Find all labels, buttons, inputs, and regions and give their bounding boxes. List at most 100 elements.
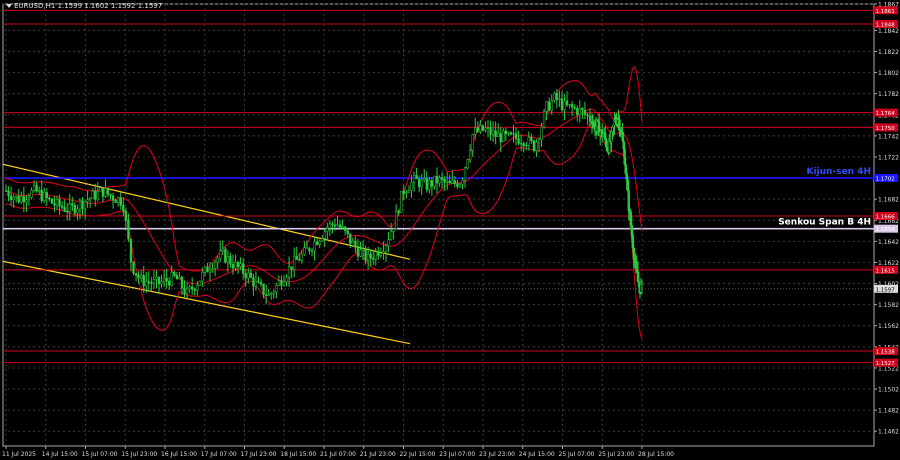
candle-body bbox=[63, 207, 66, 212]
candle-body bbox=[91, 191, 94, 199]
candle-body bbox=[499, 133, 502, 142]
y-tick-label: 1.1842 bbox=[878, 28, 899, 35]
candle-body bbox=[374, 251, 377, 260]
y-tick-label: 1.1742 bbox=[878, 133, 899, 140]
candle-body bbox=[73, 205, 77, 214]
x-tick-label: 22 Jul 15:00 bbox=[400, 451, 436, 458]
y-tick-label: 1.1782 bbox=[878, 91, 899, 98]
x-tick-label: 21 Jul 07:00 bbox=[320, 451, 356, 458]
candle-body bbox=[17, 195, 20, 203]
candle-body bbox=[458, 183, 462, 187]
candle-body bbox=[512, 133, 515, 135]
candle-body bbox=[440, 177, 444, 180]
candle-body bbox=[4, 190, 8, 192]
x-tick-label: 14 Jul 15:00 bbox=[42, 451, 78, 458]
candle-body bbox=[160, 281, 163, 285]
candle-body bbox=[193, 288, 196, 291]
candle-body bbox=[479, 125, 482, 132]
candle-body bbox=[349, 233, 352, 244]
candle-body bbox=[231, 264, 235, 269]
candle-body bbox=[537, 139, 541, 143]
candle-body bbox=[305, 247, 309, 249]
candle-body bbox=[270, 293, 273, 295]
candle-body bbox=[471, 134, 474, 151]
candle-body bbox=[234, 261, 237, 269]
x-tick-label: 17 Jul 07:00 bbox=[201, 451, 237, 458]
x-tick-label: 15 Jul 23:00 bbox=[121, 451, 157, 458]
candle-body bbox=[124, 210, 128, 221]
candle-body bbox=[583, 109, 587, 115]
candle-body bbox=[563, 100, 566, 110]
candle-body bbox=[83, 201, 87, 209]
candle-body bbox=[219, 250, 222, 259]
candle-body bbox=[548, 101, 551, 111]
candle-body bbox=[55, 198, 59, 206]
candle-body bbox=[244, 273, 247, 279]
candle-body bbox=[298, 259, 301, 261]
x-tick-label: 21 Jul 23:00 bbox=[360, 451, 396, 458]
candle-body bbox=[257, 280, 260, 283]
plot-frame bbox=[2, 3, 875, 447]
candle-body bbox=[196, 284, 199, 291]
candle-body bbox=[134, 273, 138, 276]
candle-body bbox=[407, 190, 411, 193]
candle-body bbox=[560, 98, 564, 110]
candle-body bbox=[568, 104, 571, 106]
candle-body bbox=[640, 282, 644, 285]
candle-body bbox=[573, 107, 576, 109]
level-price-label: 1.1666 bbox=[876, 215, 896, 221]
candle-body bbox=[32, 184, 36, 191]
candle-body bbox=[359, 249, 362, 257]
candle-body bbox=[550, 100, 553, 111]
candle-body bbox=[423, 178, 426, 181]
candle-body bbox=[446, 180, 449, 183]
candle-body bbox=[430, 180, 434, 187]
candle-body bbox=[476, 127, 479, 132]
y-tick-label: 1.1802 bbox=[878, 70, 899, 77]
candle-body bbox=[99, 187, 102, 192]
candle-body bbox=[157, 276, 161, 285]
candle-body bbox=[313, 241, 316, 251]
candle-body bbox=[96, 191, 99, 200]
candle-body bbox=[300, 253, 303, 261]
candle-body bbox=[618, 119, 621, 132]
candle-body bbox=[453, 180, 456, 184]
candle-body bbox=[203, 266, 207, 273]
candle-body bbox=[22, 196, 26, 203]
symbol-info: EURUSD,H1 1.1599 1.1602 1.1592 1.1597 bbox=[14, 2, 163, 10]
x-tick-label: 28 Jul 15:00 bbox=[638, 451, 674, 458]
candle-body bbox=[392, 228, 395, 232]
candle-body bbox=[507, 132, 510, 135]
candle-body bbox=[267, 294, 270, 296]
candle-body bbox=[303, 247, 306, 255]
candle-body bbox=[405, 192, 408, 194]
candle-body bbox=[456, 183, 459, 187]
candle-body bbox=[277, 280, 281, 286]
candle-body bbox=[201, 272, 204, 282]
candle-body bbox=[9, 195, 13, 200]
candle-body bbox=[509, 132, 513, 135]
candle-body bbox=[530, 136, 533, 142]
candle-body bbox=[338, 224, 342, 228]
level-name-label: Kijun-sen 4H bbox=[807, 167, 872, 177]
candle-body bbox=[111, 195, 115, 201]
candle-body bbox=[448, 180, 451, 184]
y-tick-label: 1.1722 bbox=[878, 154, 899, 161]
candle-body bbox=[43, 192, 46, 201]
candle-body bbox=[356, 247, 360, 257]
candle-body bbox=[20, 196, 23, 203]
candle-body bbox=[213, 262, 217, 269]
candle-body bbox=[280, 280, 283, 286]
x-tick-label: 17 Jul 23:00 bbox=[241, 451, 277, 458]
candle-body bbox=[397, 210, 400, 213]
candle-body bbox=[517, 138, 520, 144]
candle-body bbox=[344, 226, 347, 231]
candle-body bbox=[328, 223, 332, 229]
candle-body bbox=[379, 252, 383, 256]
candle-body bbox=[106, 188, 110, 195]
candle-body bbox=[382, 251, 385, 254]
candle-body bbox=[45, 192, 48, 199]
candle-body bbox=[229, 256, 232, 265]
candle-body bbox=[264, 294, 268, 296]
candle-body bbox=[484, 127, 487, 131]
